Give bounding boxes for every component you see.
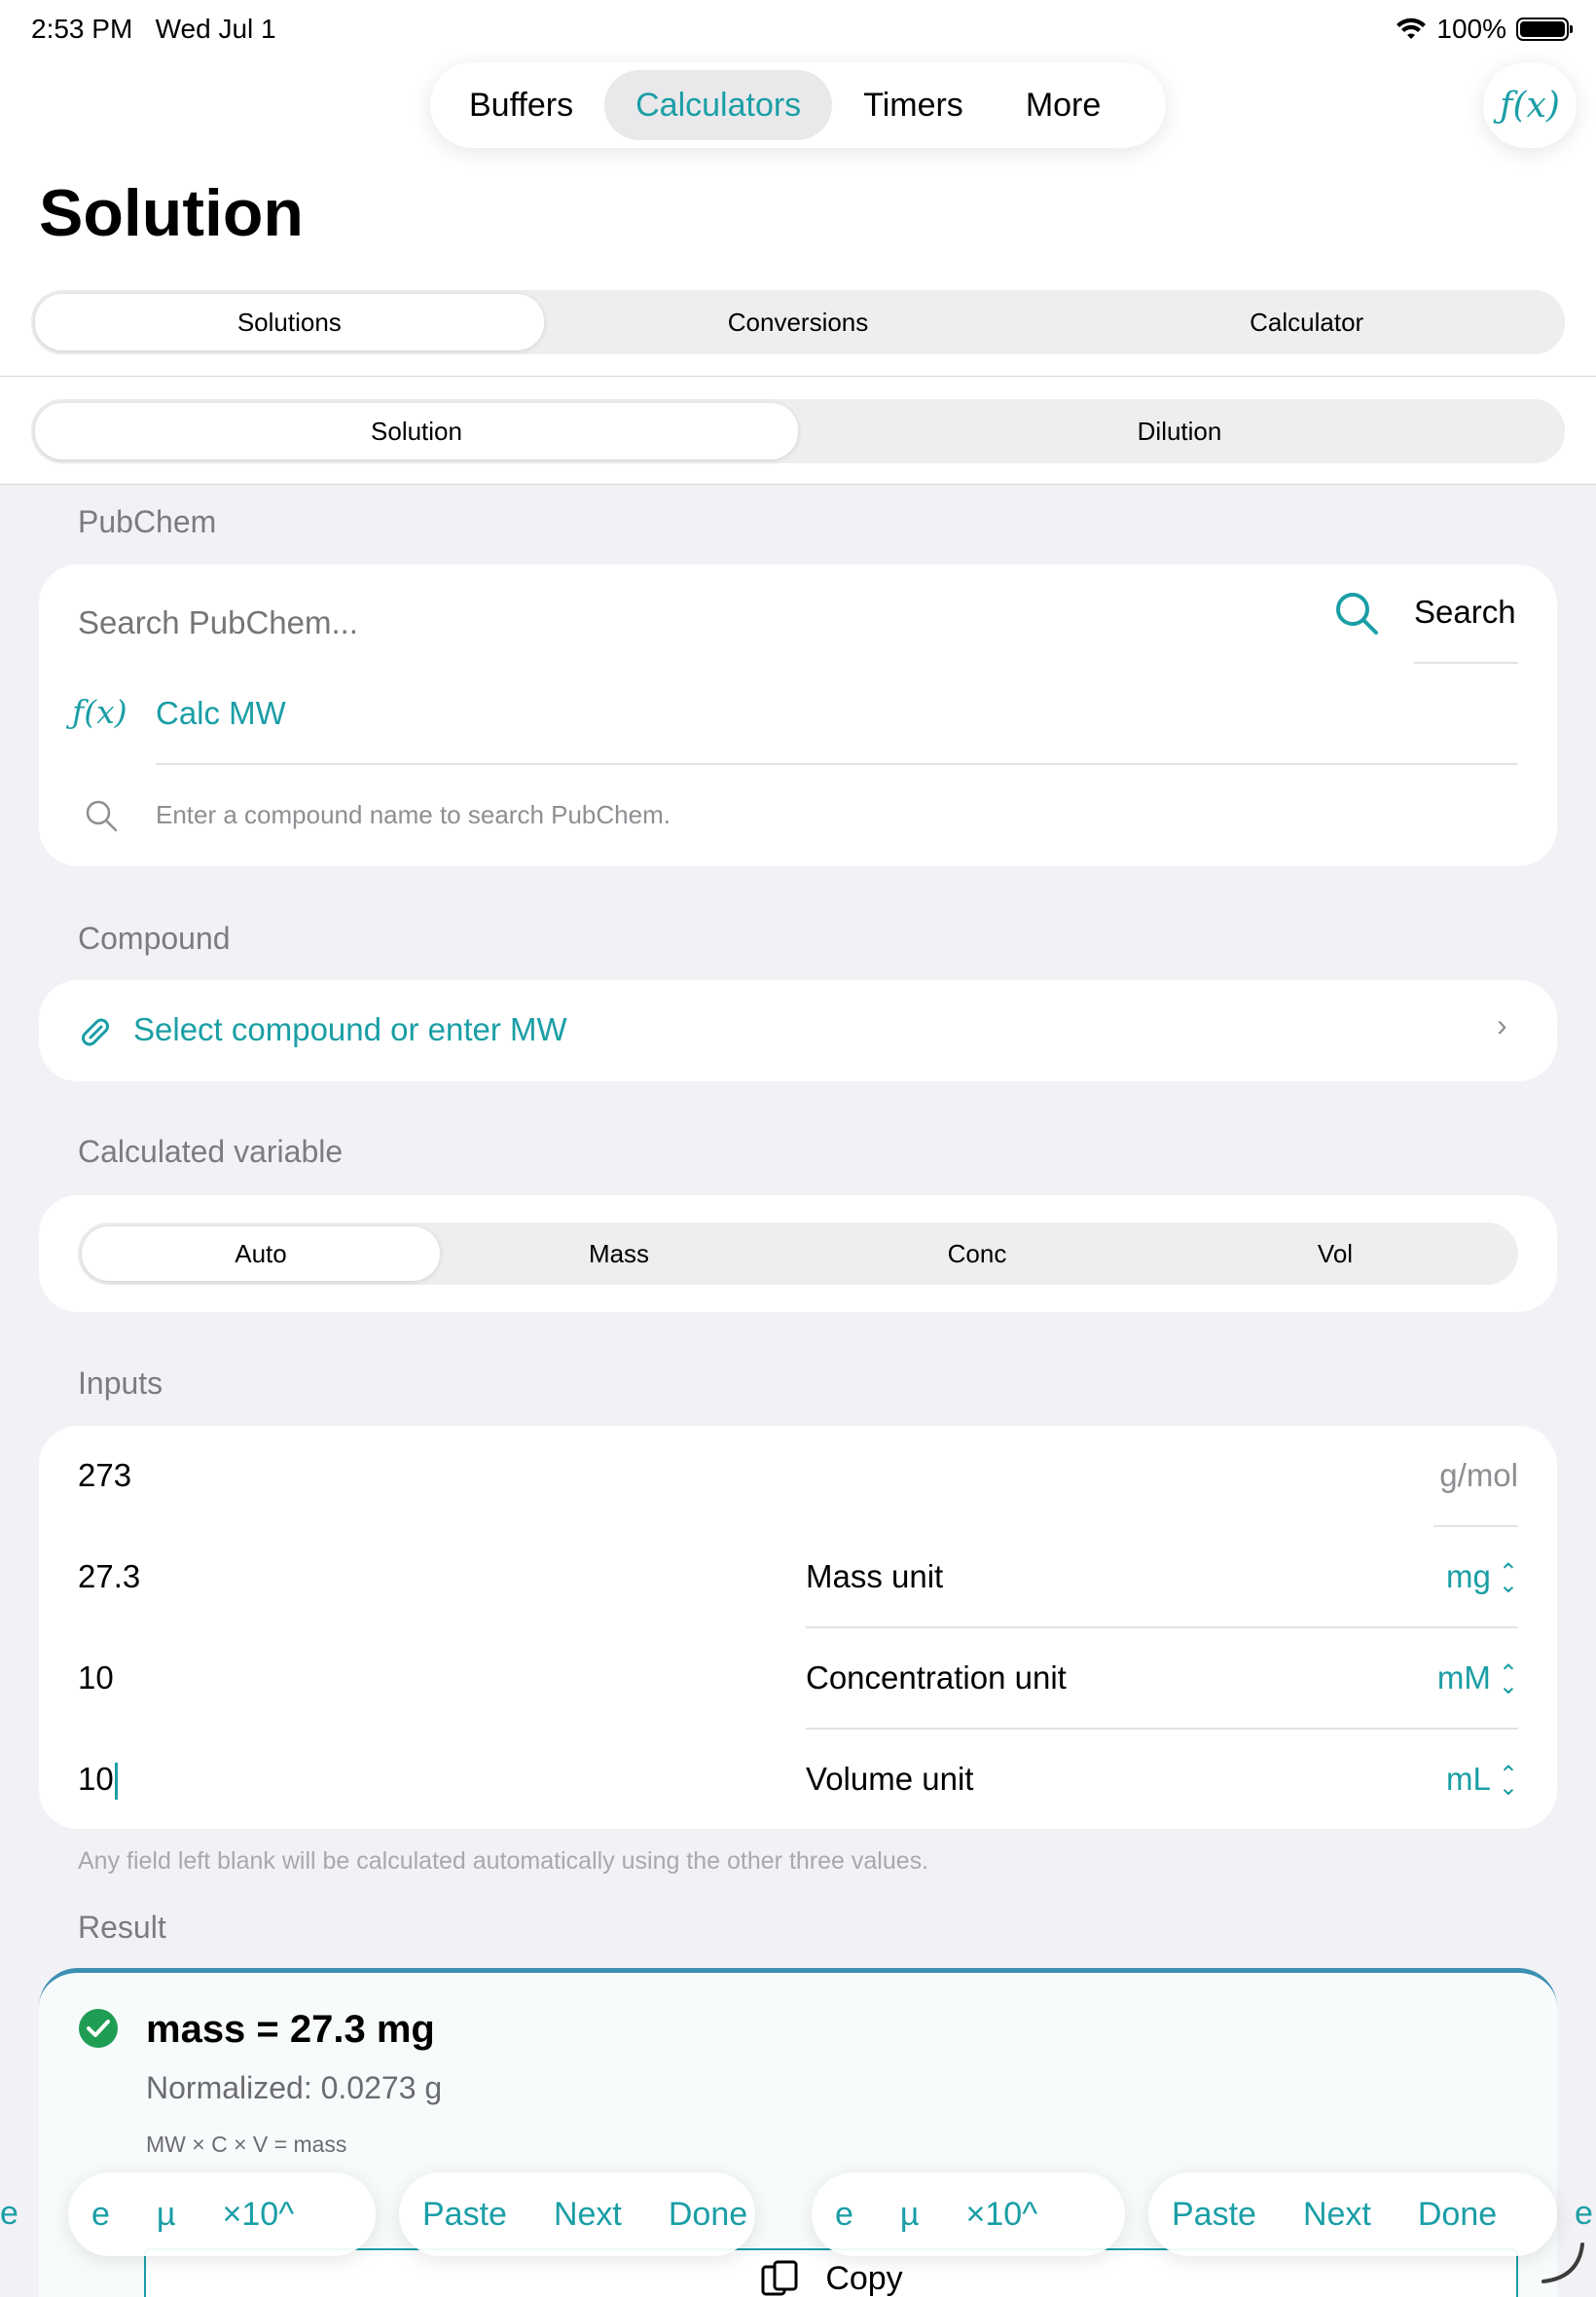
pubchem-search-input[interactable] (78, 594, 1343, 652)
chevron-updown-icon: ⌃ ⌄ (1498, 1660, 1518, 1700)
copy-icon (761, 2260, 798, 2296)
mw-input[interactable]: 273 (78, 1457, 131, 1494)
segment-solution[interactable]: Solution (35, 403, 798, 459)
main-nav: Buffers Calculators Timers More (430, 62, 1166, 148)
mass-unit-label: Mass unit (806, 1558, 944, 1594)
divider (1433, 1525, 1518, 1527)
divider (806, 1728, 1518, 1730)
segment-conversions[interactable]: Conversions (544, 294, 1053, 350)
nav-tab-timers[interactable]: Timers (832, 70, 995, 140)
kb-mu-button[interactable]: µ (133, 2196, 200, 2234)
search-icon (86, 800, 118, 832)
conc-unit-picker[interactable]: mM ⌃ ⌄ (1437, 1659, 1518, 1700)
kb-bar-symbols-1: e µ ×10^ (68, 2172, 376, 2256)
mass-unit-picker[interactable]: mg ⌃ ⌄ (1446, 1558, 1518, 1599)
kb-next-button[interactable]: Next (530, 2196, 645, 2234)
fx-icon: ƒ(x) (72, 693, 127, 731)
result-main: mass = 27.3 mg (146, 2008, 435, 2051)
conc-input[interactable]: 10 (78, 1659, 114, 1696)
kb-next-button[interactable]: Next (1280, 2196, 1395, 2234)
kb-bar-actions-1: Paste Next Done (399, 2172, 755, 2256)
kb-x10-button[interactable]: ×10^ (200, 2196, 318, 2234)
divider (156, 763, 1518, 765)
mw-unit-label: g/mol (1439, 1457, 1518, 1493)
link-icon (81, 1018, 110, 1046)
calc-variable-header: Calculated variable (78, 1134, 344, 1169)
chevron-updown-icon: ⌃ ⌄ (1498, 1762, 1518, 1802)
mass-input[interactable]: 27.3 (78, 1558, 140, 1595)
compound-card[interactable]: Select compound or enter MW › (39, 980, 1557, 1081)
page-title: Solution (39, 176, 304, 250)
inputs-header: Inputs (78, 1366, 163, 1401)
kb-e-button[interactable]: e (68, 2196, 133, 2234)
inputs-card: 273 g/mol 27.3 Mass unit mg ⌃ ⌄ 10 Concent… (39, 1426, 1557, 1829)
kb-paste-button[interactable]: Paste (1148, 2196, 1280, 2234)
status-bar-right: 100% (1396, 14, 1573, 45)
calc-variable-card: Auto Mass Conc Vol (39, 1195, 1557, 1312)
segment-dilution[interactable]: Dilution (798, 403, 1561, 459)
resize-handle-icon[interactable] (1540, 2239, 1588, 2287)
pubchem-header: PubChem (78, 504, 217, 539)
kb-edge-left[interactable]: e (0, 2195, 18, 2233)
wifi-icon (1396, 18, 1427, 39)
kb-paste-button[interactable]: Paste (399, 2196, 530, 2234)
function-button[interactable]: ƒ(x) (1483, 62, 1577, 148)
select-compound-button[interactable]: Select compound or enter MW (133, 1011, 567, 1048)
option-vol[interactable]: Vol (1156, 1226, 1514, 1281)
option-conc[interactable]: Conc (798, 1226, 1156, 1281)
vol-unit-label: Volume unit (806, 1761, 974, 1797)
pubchem-card: Search ƒ(x) Calc MW Enter a compound nam… (39, 565, 1557, 866)
kb-x10-button[interactable]: ×10^ (943, 2196, 1062, 2234)
divider (0, 376, 1596, 377)
chevron-right-icon: › (1497, 1007, 1507, 1042)
search-icon[interactable] (1333, 590, 1380, 637)
pubchem-hint: Enter a compound name to search PubChem. (156, 800, 671, 829)
kb-mu-button[interactable]: µ (877, 2196, 943, 2234)
kb-bar-actions-2: Paste Next Done (1148, 2172, 1557, 2256)
segment-solutions[interactable]: Solutions (35, 294, 544, 350)
compound-header: Compound (78, 921, 231, 956)
battery-percent: 100% (1436, 14, 1506, 44)
divider (806, 1626, 1518, 1628)
nav-tab-calculators[interactable]: Calculators (604, 70, 833, 140)
option-mass[interactable]: Mass (440, 1226, 798, 1281)
result-header: Result (78, 1910, 166, 1945)
search-button[interactable]: Search (1414, 594, 1516, 631)
chevron-updown-icon: ⌃ ⌄ (1498, 1559, 1518, 1599)
nav-tab-more[interactable]: More (995, 70, 1132, 140)
top-segmented-control: Solutions Conversions Calculator (31, 290, 1565, 354)
segment-calculator[interactable]: Calculator (1052, 294, 1561, 350)
status-bar-time: 2:53 PM Wed Jul 1 (31, 14, 276, 44)
inputs-footnote: Any field left blank will be calculated … (78, 1847, 929, 1875)
kb-done-button[interactable]: Done (1395, 2196, 1520, 2234)
kb-edge-right[interactable]: e (1575, 2195, 1593, 2233)
kb-bar-symbols-2: e µ ×10^ (812, 2172, 1125, 2256)
option-auto[interactable]: Auto (82, 1226, 440, 1281)
result-formula: MW × C × V = mass (146, 2132, 347, 2157)
battery-icon (1516, 18, 1573, 41)
divider (0, 484, 1596, 485)
kb-done-button[interactable]: Done (645, 2196, 771, 2234)
result-normalized: Normalized: 0.0273 g (146, 2070, 443, 2105)
conc-unit-label: Concentration unit (806, 1659, 1067, 1695)
kb-e-button[interactable]: e (812, 2196, 877, 2234)
calc-mw-button[interactable]: Calc MW (156, 695, 286, 732)
sub-segmented-control: Solution Dilution (31, 399, 1565, 463)
text-cursor (114, 1763, 118, 1801)
vol-input[interactable]: 10 (78, 1761, 118, 1801)
divider (1414, 662, 1518, 664)
nav-tab-buffers[interactable]: Buffers (438, 70, 604, 140)
calc-variable-control: Auto Mass Conc Vol (78, 1222, 1518, 1285)
vol-unit-picker[interactable]: mL ⌃ ⌄ (1446, 1761, 1518, 1802)
checkmark-circle-icon (79, 2009, 118, 2048)
